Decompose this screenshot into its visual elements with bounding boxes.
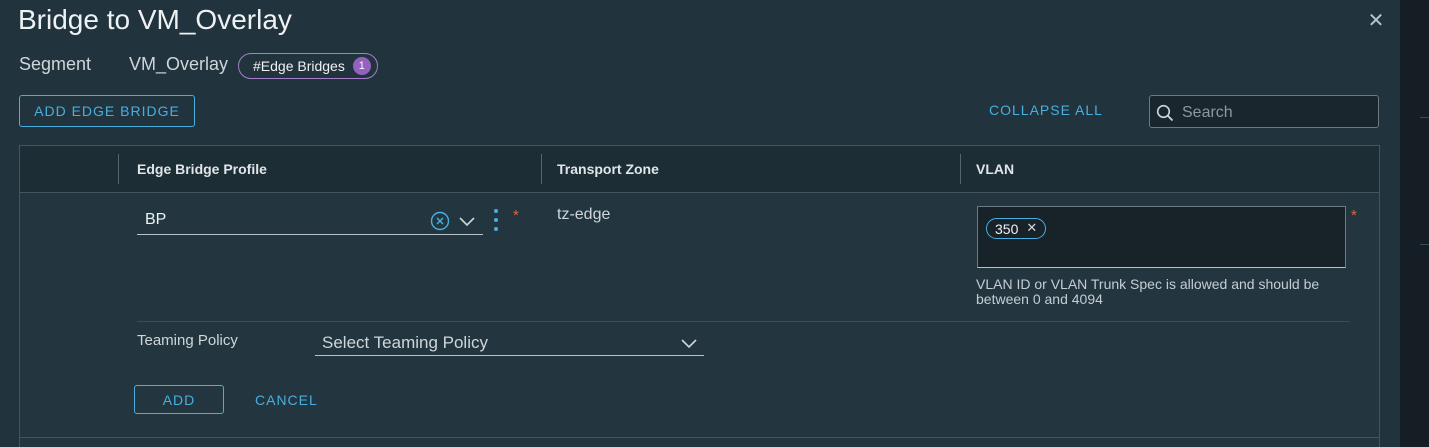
- search-icon: [1156, 104, 1174, 122]
- column-separator: [960, 154, 961, 184]
- chevron-down-icon[interactable]: [681, 337, 697, 349]
- required-marker: *: [513, 207, 519, 224]
- close-icon[interactable]: ✕: [1366, 10, 1386, 30]
- column-header-edge-bridge-profile: Edge Bridge Profile: [137, 161, 267, 177]
- grid-row-bottom-border: [20, 437, 1379, 438]
- edge-bridge-grid: Edge Bridge Profile Transport Zone VLAN …: [19, 145, 1380, 447]
- vlan-chip-label: 350: [995, 220, 1019, 237]
- edge-bridge-profile-underline: [137, 234, 483, 235]
- transport-zone-value: tz-edge: [557, 206, 611, 223]
- segment-name: VM_Overlay: [129, 54, 229, 74]
- teaming-policy-placeholder: Select Teaming Policy: [322, 333, 488, 352]
- add-edge-bridge-button[interactable]: ADD EDGE BRIDGE: [19, 95, 195, 127]
- more-actions-icon[interactable]: [494, 209, 498, 236]
- edge-bridge-profile-value: BP: [145, 211, 167, 228]
- divider: [1420, 244, 1429, 245]
- modal-title: Bridge to VM_Overlay: [18, 4, 292, 35]
- vlan-help-text: VLAN ID or VLAN Trunk Spec is allowed an…: [976, 276, 1320, 307]
- edge-bridges-pill-label: #Edge Bridges: [253, 58, 345, 74]
- segment-label: Segment: [19, 54, 92, 74]
- column-header-vlan: VLAN: [976, 161, 1015, 177]
- column-separator: [541, 154, 542, 184]
- edge-bridges-pill: #Edge Bridges 1: [238, 53, 378, 79]
- divider: [1420, 117, 1429, 118]
- chevron-down-icon[interactable]: [459, 215, 475, 227]
- teaming-policy-label: Teaming Policy: [137, 332, 238, 349]
- teaming-policy-underline: [315, 355, 704, 356]
- search-input[interactable]: [1180, 102, 1374, 124]
- vlan-chip: 350 ✕: [986, 218, 1047, 239]
- grid-header: Edge Bridge Profile Transport Zone VLAN: [20, 146, 1379, 193]
- background-page-edge: [1400, 0, 1429, 447]
- add-button[interactable]: ADD: [134, 385, 224, 414]
- collapse-all-button[interactable]: COLLAPSE ALL: [989, 102, 1103, 118]
- required-marker: *: [1351, 207, 1357, 224]
- column-separator: [118, 154, 119, 184]
- row-divider: [137, 321, 1350, 322]
- vlan-input[interactable]: 350 ✕: [977, 206, 1346, 268]
- edge-bridge-modal: Bridge to VM_Overlay ✕ Segment VM_Overla…: [0, 0, 1400, 447]
- cancel-button[interactable]: CANCEL: [255, 392, 318, 408]
- column-header-transport-zone: Transport Zone: [557, 161, 659, 177]
- edge-bridges-count-badge: 1: [352, 57, 371, 75]
- search-box[interactable]: [1149, 95, 1379, 128]
- clear-selection-icon[interactable]: [430, 211, 450, 231]
- remove-chip-icon[interactable]: ✕: [1026, 221, 1037, 236]
